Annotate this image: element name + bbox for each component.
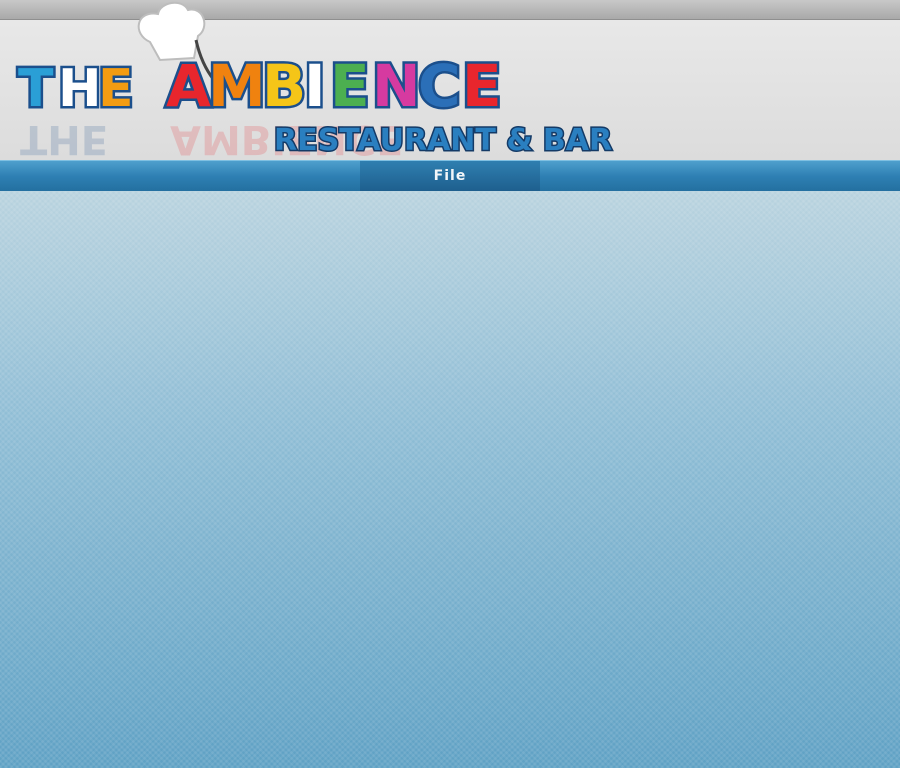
site-logo[interactable]: T H E A M B I E N C E THE AMBIENCE RESTA… bbox=[0, 0, 660, 162]
logo-letter-e2: E bbox=[330, 52, 370, 120]
logo-letter-b: B bbox=[262, 52, 306, 120]
logo-letter-a: A bbox=[166, 52, 211, 120]
logo-letter-h: H bbox=[58, 59, 102, 119]
logo-letter-e: E bbox=[98, 59, 134, 119]
content-area bbox=[0, 191, 900, 768]
logo-letter-i: I bbox=[304, 52, 326, 120]
nav-item-label: File bbox=[433, 168, 467, 184]
logo-reflection-left: THE bbox=[20, 116, 108, 162]
logo-tagline: RESTAURANT & BAR bbox=[274, 123, 612, 158]
nav-item-file[interactable]: File bbox=[360, 161, 540, 191]
logo-letter-m: M bbox=[208, 52, 266, 120]
logo-letter-e3: E bbox=[462, 52, 502, 120]
logo-letter-t: T bbox=[18, 59, 54, 119]
logo-letter-c: C bbox=[418, 52, 461, 120]
logo-letter-n: N bbox=[372, 52, 421, 120]
main-nav-bar: File bbox=[0, 160, 900, 192]
